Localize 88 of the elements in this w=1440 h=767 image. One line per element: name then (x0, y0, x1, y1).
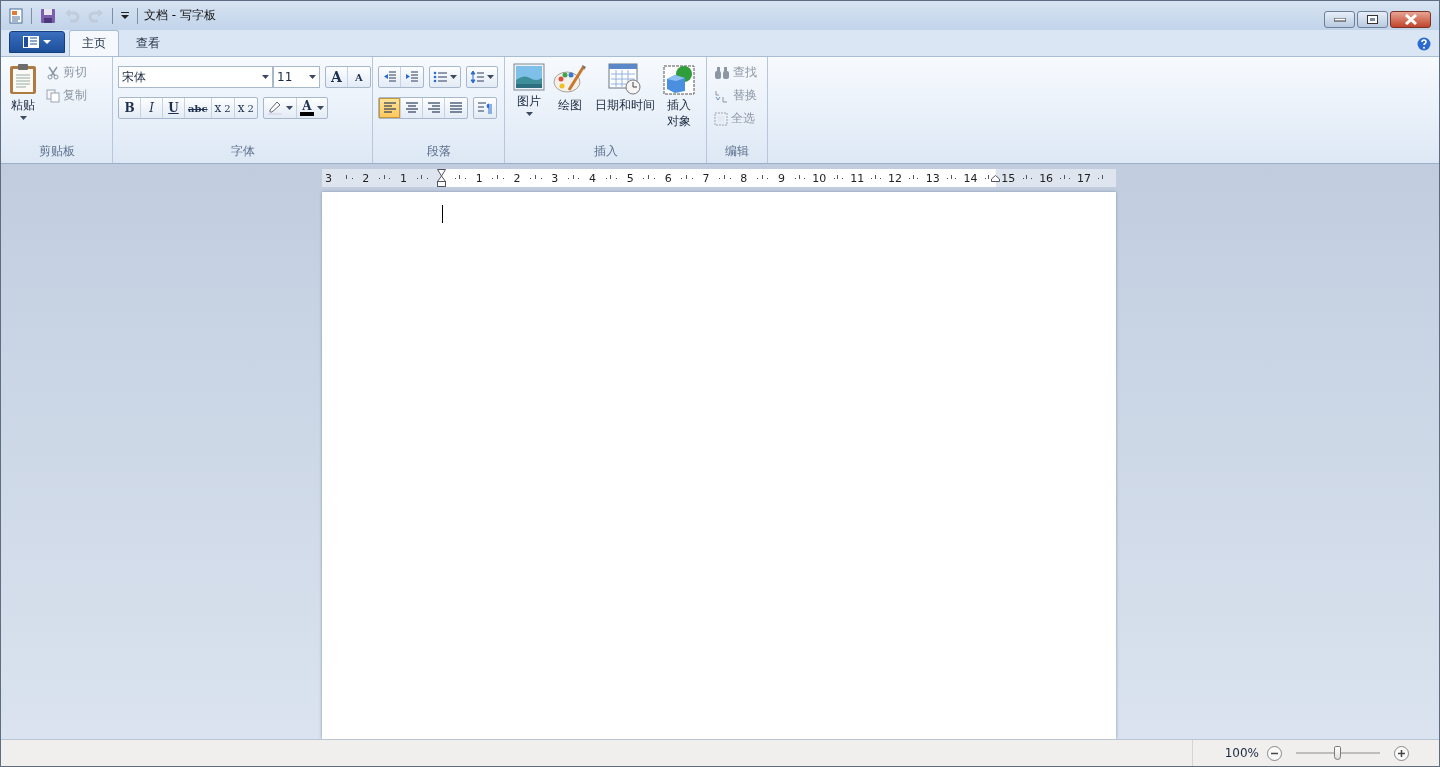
zoom-in-button[interactable] (1394, 745, 1409, 761)
caret-icon (43, 40, 51, 44)
caret-icon (487, 75, 494, 79)
paragraph-icon (477, 101, 493, 115)
ruler-number: 4 (589, 171, 597, 185)
ruler-number: 1 (475, 171, 483, 185)
customize-caret-icon[interactable] (121, 12, 129, 19)
bold-button[interactable]: B (119, 98, 141, 118)
text-cursor (442, 205, 443, 223)
application-menu-button[interactable] (9, 31, 65, 53)
ruler-number: 10 (812, 171, 827, 185)
document-list-icon (23, 36, 39, 48)
insert-datetime-button[interactable]: 日期和时间 (592, 61, 658, 143)
align-left-button[interactable] (379, 98, 401, 118)
ruler-number: 9 (778, 171, 786, 185)
ruler-number: 2 (513, 171, 521, 185)
zoom-slider-thumb[interactable] (1334, 746, 1341, 760)
caret-icon (262, 75, 269, 79)
group-label: 插入 (592, 143, 619, 160)
plus-icon (1398, 749, 1405, 757)
insert-object-button[interactable]: 插入对象 (660, 61, 698, 143)
align-right-icon (426, 102, 441, 114)
outdent-icon (382, 71, 397, 83)
calendar-clock-icon (608, 63, 642, 95)
group-label: 编辑 (724, 143, 750, 160)
close-icon (1403, 14, 1418, 25)
ruler-number: 17 (1076, 171, 1091, 185)
maximize-button[interactable] (1357, 11, 1388, 28)
insert-picture-button[interactable]: 图片 (510, 61, 548, 143)
ruler-number: 2 (362, 171, 370, 185)
strike-button[interactable]: abc (185, 98, 212, 118)
right-indent-marker-icon[interactable] (991, 175, 1000, 182)
ruler-number: 16 (1039, 171, 1054, 185)
caret-icon (525, 112, 533, 116)
ruler-number: 13 (925, 171, 940, 185)
ruler-number: 1 (400, 171, 408, 185)
clipboard-icon (9, 63, 37, 95)
caret-icon (285, 106, 293, 110)
ruler-number: 15 (1001, 171, 1016, 185)
ruler-number: 7 (702, 171, 710, 185)
ruler-number: 6 (664, 171, 672, 185)
group-label: 字体 (229, 143, 256, 160)
line-spacing-icon (470, 70, 484, 84)
align-center-icon (404, 102, 419, 114)
help-icon[interactable] (1417, 37, 1431, 51)
zoom-level: 100% (1224, 746, 1259, 760)
document-icon[interactable] (9, 7, 23, 24)
align-left-icon (382, 102, 397, 114)
ruler-number: 3 (325, 171, 332, 185)
palette-brush-icon (553, 63, 587, 95)
landscape-picture-icon (513, 63, 545, 91)
ruler-number: 14 (963, 171, 978, 185)
font-size-field[interactable]: 11 (273, 66, 320, 88)
grow-font-button[interactable]: A (326, 67, 348, 87)
ruler-number: 5 (626, 171, 634, 185)
ribbon-tab[interactable]: 主页 (69, 30, 119, 56)
close-button[interactable] (1390, 11, 1431, 28)
paste-button[interactable]: 粘贴 (6, 61, 40, 143)
zoom-out-button[interactable] (1267, 745, 1282, 761)
ruler-number: 3 (551, 171, 559, 185)
maximize-icon (1367, 15, 1378, 24)
highlighter-icon (266, 101, 283, 115)
indent-marker-icon[interactable] (436, 169, 446, 187)
ribbon-tab[interactable]: 查看 (123, 30, 173, 56)
ruler-number: 8 (740, 171, 748, 185)
minimize-icon (1333, 17, 1346, 22)
underline-button[interactable]: U (163, 98, 185, 118)
binoculars-icon (714, 65, 730, 80)
scissors-icon (46, 65, 60, 80)
group-label: 剪贴板 (37, 143, 76, 160)
window-title: 文档 - 写字板 (144, 7, 216, 24)
save-icon[interactable] (40, 7, 56, 24)
ruler-number: 11 (850, 171, 865, 185)
caret-icon (316, 106, 324, 110)
group-label: 段落 (425, 143, 452, 160)
caret-icon (19, 116, 27, 120)
insert-paint-button[interactable]: 绘图 (550, 61, 590, 143)
caret-icon (450, 75, 457, 79)
ruler-number: 12 (887, 171, 902, 185)
font-family-field[interactable]: 宋体 (118, 66, 273, 88)
italic-button[interactable]: I (141, 98, 163, 118)
justify-icon (449, 102, 463, 114)
shrink-font-button[interactable]: A (348, 67, 370, 87)
caret-icon (309, 75, 316, 79)
bullet-list-icon (433, 71, 447, 83)
copy-icon (46, 88, 60, 103)
indent-icon (405, 71, 419, 83)
select-all-icon (714, 111, 728, 126)
